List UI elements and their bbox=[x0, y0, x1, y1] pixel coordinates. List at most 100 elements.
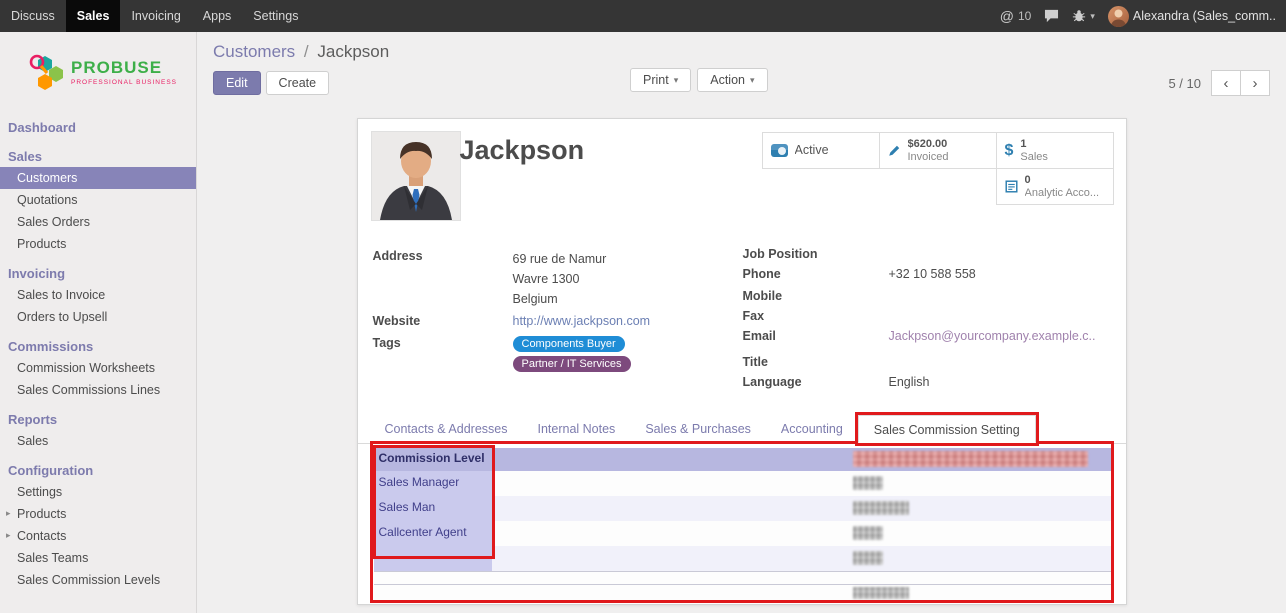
sidebar-heading-dashboard[interactable]: Dashboard bbox=[0, 116, 196, 138]
print-label: Print bbox=[643, 73, 669, 87]
sales-label: Sales bbox=[1020, 151, 1048, 164]
email-link[interactable]: Jackpson@yourcompany.example.c.. bbox=[889, 329, 1096, 346]
commission-level-cell bbox=[374, 546, 492, 571]
sidebar-item-sales-commission-levels[interactable]: Sales Commission Levels bbox=[0, 569, 196, 591]
pager-next-button[interactable]: › bbox=[1240, 70, 1270, 96]
tab-internal-notes[interactable]: Internal Notes bbox=[522, 415, 630, 443]
caret-down-icon: ▾ bbox=[1090, 11, 1095, 22]
tag-partner-it-services: Partner / IT Services bbox=[513, 356, 631, 372]
sidebar-item-sales-to-invoice[interactable]: Sales to Invoice bbox=[0, 284, 196, 306]
sidebar-item-orders-to-upsell[interactable]: Orders to Upsell bbox=[0, 306, 196, 328]
commission-level-cell[interactable]: Callcenter Agent bbox=[374, 521, 492, 546]
table-row-empty[interactable] bbox=[374, 571, 1112, 585]
active-toggle-button[interactable]: Active bbox=[762, 132, 880, 169]
systray: @ 10 ▾ Ale bbox=[1000, 0, 1286, 32]
table-row-empty[interactable] bbox=[374, 546, 1112, 571]
sidebar-item-sales-teams[interactable]: Sales Teams bbox=[0, 547, 196, 569]
action-dropdown-button[interactable]: Action ▾ bbox=[697, 68, 767, 92]
analytic-label: Analytic Acco... bbox=[1025, 187, 1100, 200]
logo-title: PROBUSE bbox=[71, 59, 177, 76]
sidebar-item-products[interactable]: Products bbox=[0, 233, 196, 255]
sales-stat-button[interactable]: $ 1 Sales bbox=[996, 132, 1114, 169]
website-field: Website http://www.jackpson.com bbox=[373, 314, 728, 331]
mobile-field: Mobile bbox=[743, 289, 1115, 306]
sidebar-heading-invoicing[interactable]: Invoicing bbox=[0, 262, 196, 284]
menu-discuss[interactable]: Discuss bbox=[0, 0, 66, 32]
sidebar-item-settings[interactable]: Settings bbox=[0, 481, 196, 503]
phone-label: Phone bbox=[743, 267, 889, 284]
dollar-icon: $ bbox=[1005, 142, 1014, 160]
sidebar-section-sales: Sales Customers Quotations Sales Orders … bbox=[0, 145, 196, 255]
sidebar-item-quotations[interactable]: Quotations bbox=[0, 189, 196, 211]
sidebar-section-reports: Reports Sales bbox=[0, 408, 196, 452]
pencil-icon bbox=[888, 144, 901, 157]
ledger-icon bbox=[1005, 180, 1018, 193]
mentions-count: 10 bbox=[1018, 9, 1031, 23]
pager-previous-button[interactable]: ‹ bbox=[1211, 70, 1241, 96]
analytic-accounts-stat-button[interactable]: 0 Analytic Acco... bbox=[996, 168, 1114, 205]
print-dropdown-button[interactable]: Print ▾ bbox=[630, 68, 691, 92]
sidebar-item-config-contacts[interactable]: ▸ Contacts bbox=[0, 525, 196, 547]
toggle-on-icon bbox=[771, 144, 788, 157]
redacted-region bbox=[853, 476, 883, 490]
invoiced-amount: $620.00 bbox=[908, 138, 949, 151]
sidebar-section-invoicing: Invoicing Sales to Invoice Orders to Ups… bbox=[0, 262, 196, 328]
fax-field: Fax bbox=[743, 309, 1115, 326]
title-field: Title bbox=[743, 355, 1115, 372]
phone-field: Phone +32 10 588 558 bbox=[743, 267, 1115, 284]
sidebar-item-config-products[interactable]: ▸ Products bbox=[0, 503, 196, 525]
breadcrumb-separator: / bbox=[304, 42, 309, 61]
sidebar-item-label: Contacts bbox=[17, 529, 66, 543]
messages-button[interactable] bbox=[1044, 9, 1059, 23]
tab-contacts-addresses[interactable]: Contacts & Addresses bbox=[370, 415, 523, 443]
tab-sales-commission-setting[interactable]: Sales Commission Setting bbox=[858, 415, 1036, 443]
notebook-tabs: Contacts & Addresses Internal Notes Sale… bbox=[358, 415, 1126, 444]
breadcrumb-customers-link[interactable]: Customers bbox=[213, 42, 295, 61]
partner-photo bbox=[371, 131, 461, 221]
table-row-empty[interactable] bbox=[374, 585, 1112, 601]
sidebar-item-reports-sales[interactable]: Sales bbox=[0, 430, 196, 452]
menu-invoicing[interactable]: Invoicing bbox=[120, 0, 191, 32]
sidebar-item-sales-commissions-lines[interactable]: Sales Commissions Lines bbox=[0, 379, 196, 401]
sidebar-heading-reports[interactable]: Reports bbox=[0, 408, 196, 430]
sidebar-item-sales-orders[interactable]: Sales Orders bbox=[0, 211, 196, 233]
top-navbar: Discuss Sales Invoicing Apps Settings @ … bbox=[0, 0, 1286, 32]
user-avatar bbox=[1108, 6, 1129, 27]
sidebar-heading-commissions[interactable]: Commissions bbox=[0, 335, 196, 357]
sidebar-heading-sales[interactable]: Sales bbox=[0, 145, 196, 167]
tags-label: Tags bbox=[373, 336, 513, 372]
language-value: English bbox=[889, 375, 930, 392]
right-field-column: Job Position Phone +32 10 588 558 Mobile… bbox=[743, 247, 1115, 395]
invoiced-label: Invoiced bbox=[908, 151, 949, 164]
at-icon: @ bbox=[1000, 8, 1014, 24]
table-row-sales-man[interactable]: Sales Man bbox=[374, 496, 1112, 521]
action-label: Action bbox=[710, 73, 745, 87]
sidebar-item-label: Products bbox=[17, 507, 66, 521]
table-row-callcenter-agent[interactable]: Callcenter Agent bbox=[374, 521, 1112, 546]
column-header-commission-level[interactable]: Commission Level bbox=[374, 448, 492, 471]
edit-button[interactable]: Edit bbox=[213, 71, 261, 95]
commission-table: Commission Level Sales Manager Sales Man… bbox=[374, 448, 1112, 601]
website-link[interactable]: http://www.jackpson.com bbox=[513, 314, 651, 331]
menu-settings[interactable]: Settings bbox=[242, 0, 309, 32]
debug-menu-button[interactable]: ▾ bbox=[1072, 9, 1095, 23]
table-row-sales-manager[interactable]: Sales Manager bbox=[374, 471, 1112, 496]
logo-subtitle: PROFESSIONAL BUSINESS bbox=[71, 79, 177, 86]
mentions-button[interactable]: @ 10 bbox=[1000, 8, 1032, 24]
user-menu[interactable]: Alexandra (Sales_comm.. bbox=[1108, 6, 1276, 27]
sidebar-item-customers[interactable]: Customers bbox=[0, 167, 196, 189]
sidebar-heading-configuration[interactable]: Configuration bbox=[0, 459, 196, 481]
invoiced-stat-button[interactable]: $620.00 Invoiced bbox=[879, 132, 997, 169]
job-position-field: Job Position bbox=[743, 247, 1115, 264]
tab-accounting[interactable]: Accounting bbox=[766, 415, 858, 443]
redacted-region bbox=[853, 587, 909, 599]
commission-level-cell[interactable]: Sales Manager bbox=[374, 471, 492, 496]
tab-sales-purchases[interactable]: Sales & Purchases bbox=[630, 415, 766, 443]
probuse-logo: PROBUSE PROFESSIONAL BUSINESS bbox=[0, 32, 196, 106]
create-button[interactable]: Create bbox=[266, 71, 330, 95]
sidebar-item-commission-worksheets[interactable]: Commission Worksheets bbox=[0, 357, 196, 379]
pager: 5 / 10 ‹ › bbox=[1168, 70, 1270, 96]
menu-apps[interactable]: Apps bbox=[192, 0, 243, 32]
commission-level-cell[interactable]: Sales Man bbox=[374, 496, 492, 521]
menu-sales[interactable]: Sales bbox=[66, 0, 121, 32]
